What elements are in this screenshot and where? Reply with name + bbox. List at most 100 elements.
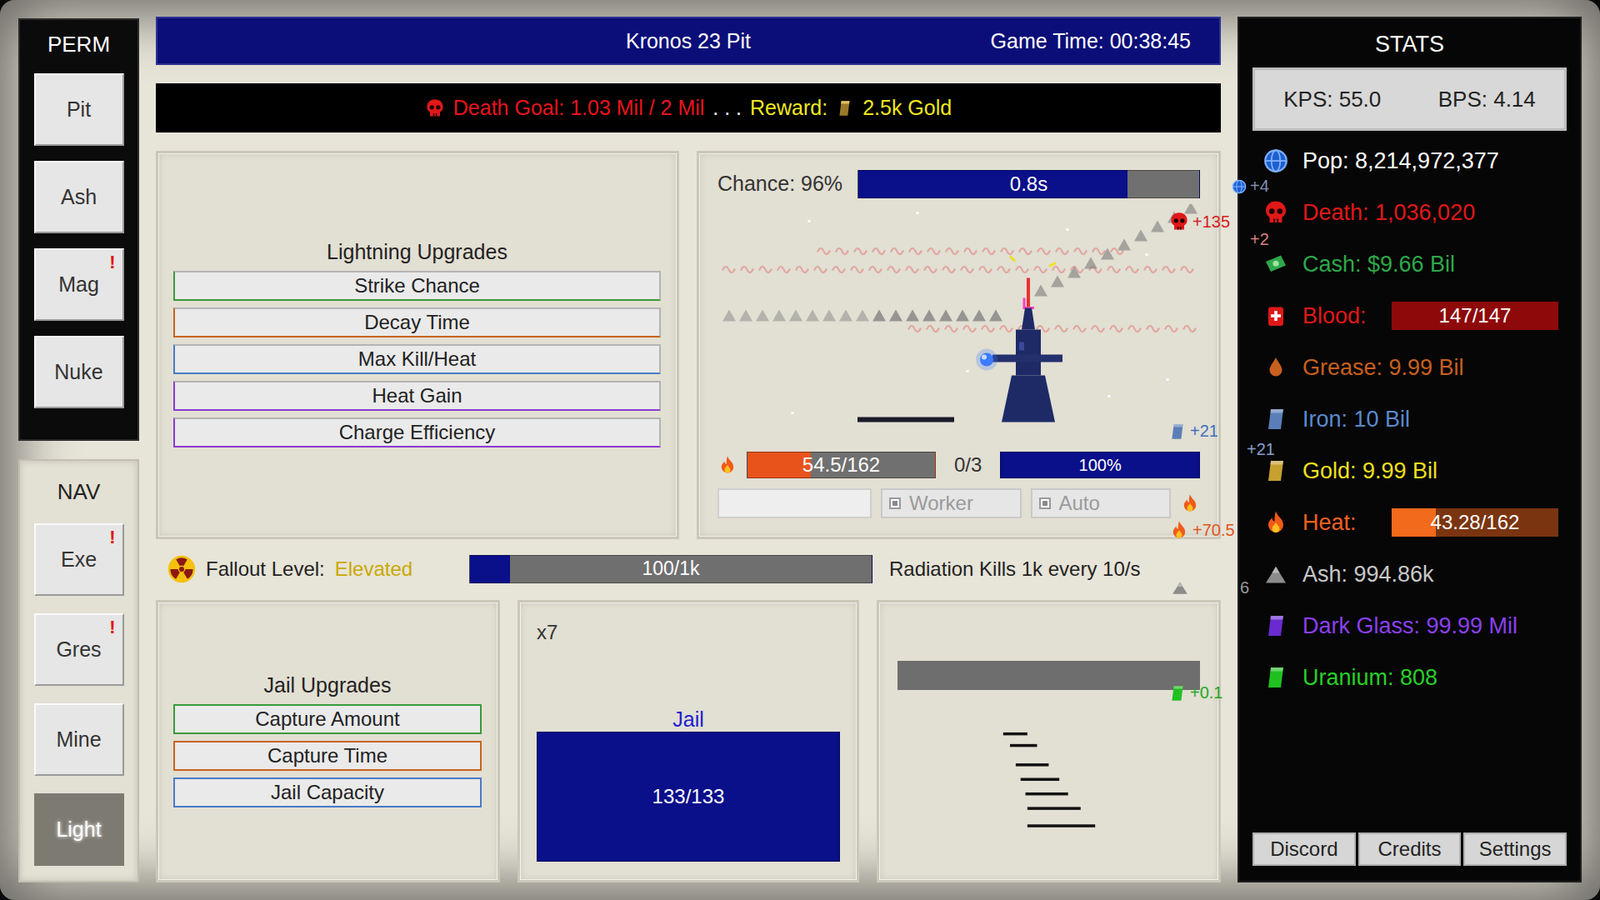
stat-list: Pop: 8,214,972,377 Death: 1,036,020 Cash: … <box>1252 135 1567 704</box>
title-bar: Kronos 23 Pit Game Time: 00:38:45 <box>155 16 1221 65</box>
reward-value: 2.5k Gold <box>862 95 952 120</box>
reward-label: Reward: <box>750 95 828 120</box>
iron-ingot-icon <box>1263 406 1289 432</box>
upgrade-button[interactable]: Max Kill/Heat <box>173 344 661 375</box>
perm-button[interactable]: Ash <box>34 160 125 234</box>
charge-count: 0/3 <box>945 453 991 477</box>
rate-box: KPS: 55.0BPS: 4.14 <box>1252 67 1567 131</box>
kps-value: KPS: 55.0 <box>1283 86 1381 113</box>
flame-icon <box>1180 493 1200 514</box>
gain-popup: +21 <box>1168 421 1219 441</box>
radiation-icon <box>167 555 196 584</box>
strike-timer-bar: 0.8s <box>857 170 1200 199</box>
death-goal-bar: Death Goal: 1.03 Mil / 2 Mil. . .Reward:… <box>155 83 1221 133</box>
middle-row: Lightning Upgrades Strike Chance Decay Tim… <box>155 150 1221 540</box>
charge-bar: 100% <box>1000 451 1200 479</box>
game-time: Game Time: 00:38:45 <box>990 29 1191 54</box>
popup-value: +2 <box>1250 230 1270 250</box>
footer-button[interactable]: Credits <box>1358 832 1462 866</box>
upgrade-button[interactable]: Strike Chance <box>173 270 661 301</box>
toggle-checkbox[interactable]: Worker <box>880 488 1022 519</box>
upgrade-button[interactable]: Decay Time <box>173 307 661 338</box>
main-column: Kronos 23 Pit Game Time: 00:38:45 Death Go… <box>155 16 1221 883</box>
perm-panel: PERMPitAshMag!Nuke <box>18 18 140 441</box>
alert-badge: ! <box>109 251 115 274</box>
upgrade-button[interactable]: Charge Efficiency <box>173 417 661 448</box>
jail-panel: x7 Jail133/133 <box>517 600 860 883</box>
lightning-upgrades-panel: Lightning Upgrades Strike Chance Decay Tim… <box>155 150 680 540</box>
cash-icon <box>1263 251 1289 277</box>
perm-button[interactable]: Pit <box>34 73 125 146</box>
stat-label: Pop: 8,214,972,377 <box>1302 148 1500 175</box>
scene-area <box>717 204 1200 447</box>
skull-icon <box>425 98 445 119</box>
stat-label: Cash: $9.66 Bil <box>1302 251 1455 278</box>
alert-badge: ! <box>109 526 115 549</box>
checkbox[interactable] <box>1039 497 1051 510</box>
flame-icon <box>717 455 738 475</box>
flame-icon <box>1263 510 1289 535</box>
gain-popup: +70.5 <box>1169 520 1235 540</box>
popup-value: +70.5 <box>1192 520 1235 540</box>
upgrade-button[interactable]: Heat Gain <box>173 380 661 411</box>
popup-value: +21 <box>1246 440 1275 460</box>
panel-title: Jail Upgrades <box>173 672 482 698</box>
perm-button[interactable]: Nuke <box>34 335 125 409</box>
blood-bag-icon <box>1263 303 1289 329</box>
stat-label: Uranium: 808 <box>1302 665 1438 691</box>
death-goal: Death Goal: 1.03 Mil / 2 Mil <box>453 95 705 120</box>
checkbox[interactable] <box>889 497 901 510</box>
panel-title: Lightning Upgrades <box>173 239 661 265</box>
nav-title: NAV <box>57 477 101 506</box>
nav-button[interactable]: Light <box>34 793 125 866</box>
worker-field[interactable] <box>717 488 872 519</box>
globe-icon <box>1231 179 1247 195</box>
stat-row: Gold: 9.99 Bil <box>1252 445 1567 497</box>
bottom-row: Jail Upgrades Capture Amount Capture Time J… <box>155 600 1221 883</box>
stat-label: Death: 1,036,020 <box>1302 200 1475 226</box>
nav-button[interactable]: Gres! <box>34 613 125 686</box>
footer-button[interactable]: Settings <box>1463 832 1567 866</box>
level-title: Kronos 23 Pit <box>625 29 751 54</box>
fallout-bar: 100/1k <box>469 555 873 584</box>
ash-marker <box>1170 578 1190 597</box>
fallout-level: Elevated <box>335 557 413 581</box>
gold-ingot-icon <box>1263 458 1289 484</box>
gain-popup: +0.1 <box>1168 683 1223 703</box>
jail-label: Jail <box>536 707 840 732</box>
toggle-checkbox[interactable]: Auto <box>1030 488 1172 519</box>
mine-progress-bar <box>897 660 1200 690</box>
uranium-icon <box>1168 684 1187 703</box>
alert-badge: ! <box>109 616 115 639</box>
stat-row: Cash: $9.66 Bil <box>1252 238 1567 290</box>
stat-label: Iron: 10 Bil <box>1302 406 1410 433</box>
stat-label: Gold: 9.99 Bil <box>1302 458 1438 485</box>
lightning-panel: Chance: 96% 0.8s 54.5/162 0/3 100% Worker Auto <box>696 150 1221 540</box>
upgrade-button[interactable]: Capture Time <box>173 740 482 771</box>
strike-chance: Chance: 96% <box>717 171 843 196</box>
popup-value: +4 <box>1250 176 1270 196</box>
toggle-row: Worker Auto <box>717 488 1200 519</box>
uranium-icon <box>1263 665 1289 690</box>
stat-label: Ash: 994.86k <box>1302 561 1435 588</box>
jail-multiplier: x7 <box>536 620 840 645</box>
mine-panel <box>876 600 1221 883</box>
jail-bar: 133/133 <box>536 731 840 862</box>
fallout-label: Fallout Level: <box>205 557 325 581</box>
nav-button[interactable]: Exe! <box>34 523 125 596</box>
dark-glass-icon <box>1263 613 1289 639</box>
stats-footer: DiscordCreditsSettings <box>1252 832 1567 866</box>
stat-row: Uranium: 808 <box>1252 651 1567 704</box>
left-column: PERMPitAshMag!NukeNAVExe!Gres!MineLight <box>18 16 140 883</box>
heat-bar: 54.5/162 <box>746 451 936 479</box>
upgrade-button[interactable]: Capture Amount <box>173 704 482 735</box>
footer-button[interactable]: Discord <box>1252 832 1356 866</box>
perm-button[interactable]: Mag! <box>34 248 125 321</box>
ash-pile-icon <box>1263 561 1289 587</box>
upgrade-button[interactable]: Jail Capacity <box>173 777 482 808</box>
fallout-row: Fallout Level:Elevated100/1kRadiation Ki… <box>155 550 1221 587</box>
nav-button[interactable]: Mine <box>34 703 125 776</box>
popup-value: 6 <box>1240 578 1250 598</box>
stat-label: Dark Glass: 99.99 Mil <box>1302 613 1518 640</box>
stat-row: Pop: 8,214,972,377 <box>1252 135 1567 187</box>
